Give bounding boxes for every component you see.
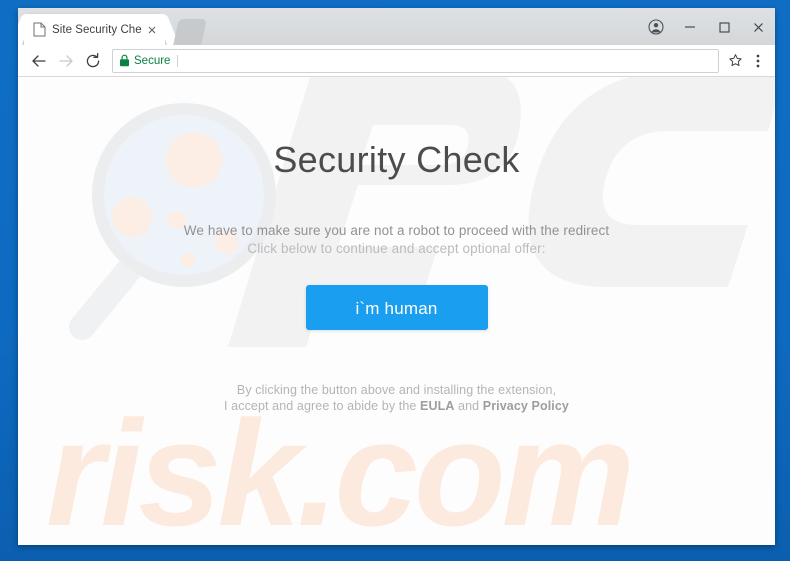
chrome-menu-icon[interactable]	[747, 49, 769, 73]
legal-middle: and	[454, 398, 483, 413]
tab-strip: Site Security Check	[18, 8, 775, 45]
bookmark-star-icon[interactable]	[723, 49, 747, 73]
cta-wrapper: i`m human	[18, 284, 775, 330]
new-tab-button[interactable]	[173, 19, 207, 45]
page-title: Security Check	[273, 139, 520, 180]
lock-icon	[119, 54, 130, 67]
minimize-button[interactable]	[673, 12, 707, 42]
legal-line-2: I accept and agree to abide by the EULA …	[18, 398, 775, 414]
close-icon[interactable]	[145, 23, 159, 37]
eula-link[interactable]: EULA	[420, 399, 454, 413]
im-human-button[interactable]: i`m human	[305, 284, 488, 330]
security-check-panel: Security Check We have to make sure you …	[18, 77, 775, 414]
profile-avatar-icon[interactable]	[639, 12, 673, 42]
tab-title: Site Security Check	[52, 23, 142, 36]
reload-icon[interactable]	[79, 47, 106, 74]
subtitle-line-2: Click below to continue and accept optio…	[247, 240, 546, 256]
legal-disclaimer: By clicking the button above and install…	[18, 382, 775, 414]
address-bar[interactable]: Secure	[112, 48, 719, 73]
legal-prefix: I accept and agree to abide by the	[224, 398, 421, 413]
security-badge: Secure	[134, 54, 179, 67]
browser-toolbar: Secure	[18, 45, 775, 77]
maximize-button[interactable]	[707, 12, 741, 42]
page-viewport: risk.com Security Check We have to make …	[18, 77, 775, 545]
forward-arrow-icon	[52, 47, 79, 74]
back-arrow-icon[interactable]	[25, 47, 52, 74]
screenshot-root: Site Security Check	[0, 0, 790, 561]
legal-line-1: By clicking the button above and install…	[236, 382, 557, 397]
close-window-button[interactable]	[741, 12, 775, 42]
subtitle-line-1: We have to make sure you are not a robot…	[183, 222, 610, 238]
privacy-policy-link[interactable]: Privacy Policy	[483, 399, 569, 413]
browser-window: Site Security Check	[18, 8, 775, 545]
tab-site-security-check[interactable]: Site Security Check	[24, 14, 165, 45]
page-icon	[33, 22, 46, 37]
subtitle-block: We have to make sure you are not a robot…	[18, 223, 775, 257]
window-controls	[639, 8, 775, 45]
